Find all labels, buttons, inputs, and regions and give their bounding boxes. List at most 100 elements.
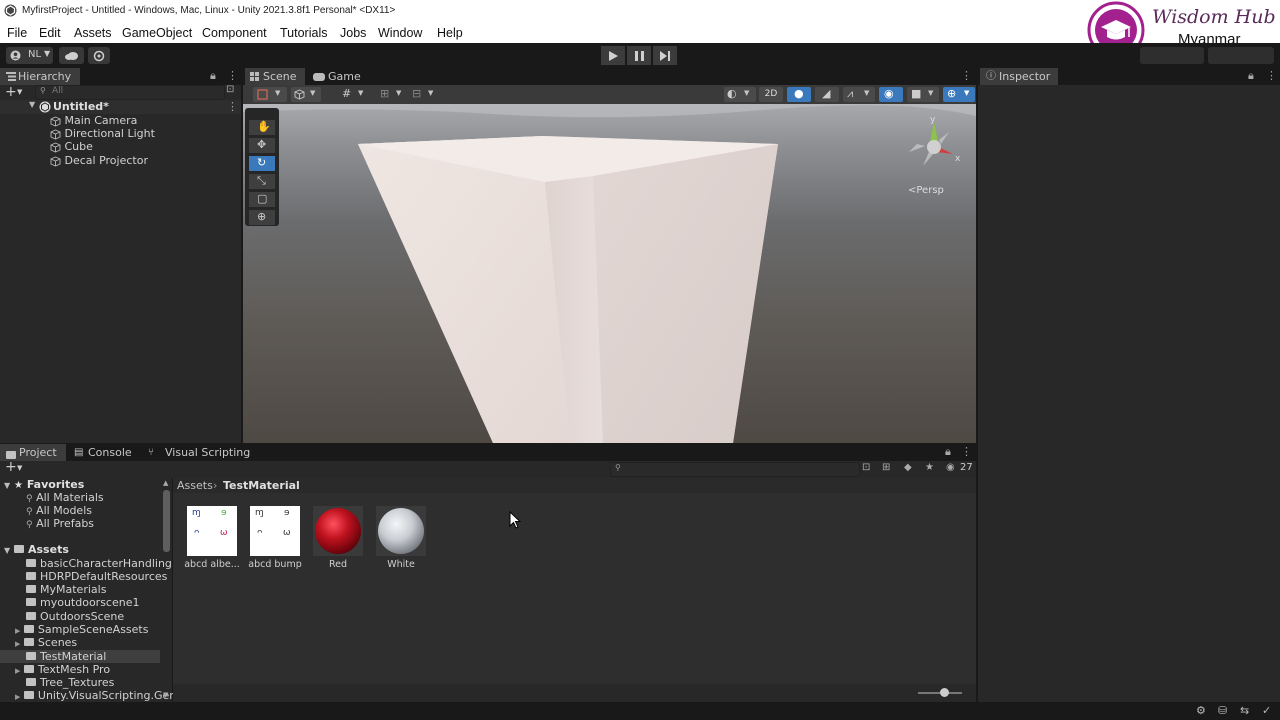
breadcrumb-root[interactable]: Assets xyxy=(177,479,213,492)
snap-increment-dropdown[interactable]: ⊞ ▼ xyxy=(377,87,407,102)
folder-item[interactable]: basicCharacterHandling xyxy=(26,557,172,570)
eye-slash-icon[interactable]: ◉ xyxy=(946,462,955,473)
lock-icon[interactable]: 🔒︎ xyxy=(210,69,216,83)
menu-assets[interactable]: Assets xyxy=(74,26,112,40)
filter-type-icon[interactable]: ⊞ xyxy=(882,462,890,473)
kebab-menu-icon[interactable]: ⋮ xyxy=(227,69,238,82)
gizmos-dropdown[interactable]: ⊕ ▼ xyxy=(943,87,975,102)
project-search-input[interactable]: ⚲ xyxy=(610,462,860,477)
network-icon[interactable]: ⇆ xyxy=(1240,704,1249,717)
favorite-item[interactable]: ⚲ All Materials xyxy=(26,491,104,504)
folder-item[interactable]: ▶ Scenes xyxy=(15,636,77,649)
asset-thumbnail-texture[interactable]: ɱ ɘ ᴖ ω xyxy=(250,506,300,556)
expand-arrow-icon[interactable]: ▼ xyxy=(29,100,35,109)
folder-item[interactable]: OutdoorsScene xyxy=(26,610,124,623)
account-dropdown[interactable]: NL ▼ xyxy=(6,47,53,64)
tab-console[interactable]: ▤ Console xyxy=(68,444,138,461)
folder-item[interactable]: HDRPDefaultResources xyxy=(26,570,167,583)
render-mode-dropdown[interactable]: ▼ xyxy=(291,87,321,102)
folder-item[interactable]: ▶ SampleSceneAssets xyxy=(15,623,148,636)
move-tool-button[interactable]: ✥ xyxy=(249,138,275,153)
asset-thumbnail-material[interactable] xyxy=(376,506,426,556)
draw-mode-dropdown[interactable]: ▼ xyxy=(253,87,287,102)
collab-button[interactable] xyxy=(88,47,110,64)
persp-label[interactable]: <Persp xyxy=(908,185,944,196)
add-icon[interactable]: + xyxy=(5,459,17,475)
grid-snap-dropdown[interactable]: # ▼ xyxy=(339,87,369,102)
check-icon[interactable]: ✓ xyxy=(1262,704,1271,717)
snap-settings-dropdown[interactable]: ⊟ ▼ xyxy=(409,87,439,102)
camera-dropdown[interactable]: ■ ▼ xyxy=(907,87,939,102)
scene-viewport[interactable]: ✋ ✥ ↻ ⤡ ▢ ⊕ y x <Persp xyxy=(243,104,976,443)
hierarchy-item[interactable]: Main Camera xyxy=(50,114,137,127)
add-icon[interactable]: + xyxy=(5,84,17,100)
folder-tree-scrollbar[interactable] xyxy=(163,490,170,552)
folder-item[interactable]: Tree_Textures xyxy=(26,676,114,689)
pause-button[interactable] xyxy=(627,46,651,65)
folder-item[interactable]: ▶ Unity.VisualScripting.Gen xyxy=(15,689,176,702)
cache-icon[interactable]: ⛁ xyxy=(1218,704,1227,717)
tab-scene[interactable]: Scene xyxy=(245,68,305,85)
kebab-menu-icon[interactable]: ⋮ xyxy=(1266,69,1277,82)
toggle-2d-button[interactable]: 2D xyxy=(759,87,783,102)
kebab-menu-icon[interactable]: ⋮ xyxy=(227,100,238,113)
hierarchy-search-input[interactable]: ⚲ All xyxy=(35,85,225,100)
kebab-menu-icon[interactable]: ⋮ xyxy=(961,445,972,458)
tab-game[interactable]: Game xyxy=(307,68,367,85)
folder-item[interactable]: myoutdoorscene1 xyxy=(26,596,140,609)
tab-hierarchy[interactable]: Hierarchy xyxy=(0,68,80,85)
menu-component[interactable]: Component xyxy=(202,26,267,40)
scale-tool-button[interactable]: ⤡ xyxy=(249,174,275,189)
menu-jobs[interactable]: Jobs xyxy=(340,26,366,40)
assets-header[interactable]: ▼ Assets xyxy=(4,543,69,556)
layers-dropdown[interactable] xyxy=(1140,47,1204,64)
kebab-menu-icon[interactable]: ⋮ xyxy=(961,69,972,82)
rotate-tool-button[interactable]: ↻ xyxy=(249,156,275,171)
orientation-gizmo[interactable]: y x xyxy=(903,116,965,176)
performance-icon[interactable]: ⚙ xyxy=(1196,704,1206,717)
menu-edit[interactable]: Edit xyxy=(39,26,61,40)
tab-visual-scripting[interactable]: ⑂ Visual Scripting Graph xyxy=(142,444,282,476)
effects-dropdown[interactable]: ⩘ ▼ xyxy=(843,87,875,102)
rect-tool-button[interactable]: ▢ xyxy=(249,192,275,207)
asset-thumbnail-texture[interactable]: ɱ ɘ ᴖ ω xyxy=(187,506,237,556)
menu-tutorials[interactable]: Tutorials xyxy=(280,26,327,40)
zoom-slider-handle[interactable] xyxy=(940,688,949,697)
tag-icon[interactable]: ◆ xyxy=(904,462,912,473)
hierarchy-item[interactable]: Decal Projector xyxy=(50,154,148,167)
cloud-button[interactable] xyxy=(59,47,84,64)
search-by-type-icon[interactable]: ⊡ xyxy=(862,462,870,473)
scene-row[interactable]: ▼ Untitled* ⋮ xyxy=(0,100,241,114)
chevron-down-icon[interactable]: ▼ xyxy=(17,464,22,472)
hierarchy-item[interactable]: Directional Light xyxy=(50,127,155,140)
menu-gameobject[interactable]: GameObject xyxy=(122,26,192,40)
favorite-item[interactable]: ⚲ All Models xyxy=(26,504,92,517)
favorite-item[interactable]: ⚲ All Prefabs xyxy=(26,517,94,530)
transform-tool-button[interactable]: ⊕ xyxy=(249,210,275,225)
scroll-up-icon[interactable]: ▲ xyxy=(163,479,168,487)
asset-thumbnail-material[interactable] xyxy=(313,506,363,556)
breadcrumb-current[interactable]: TestMaterial xyxy=(223,479,300,492)
lock-icon[interactable]: 🔒︎ xyxy=(1248,69,1254,83)
play-button[interactable] xyxy=(601,46,625,65)
hierarchy-item[interactable]: Cube xyxy=(50,140,93,153)
step-button[interactable] xyxy=(653,46,677,65)
scroll-down-icon[interactable]: ▼ xyxy=(163,691,168,699)
menu-window[interactable]: Window xyxy=(378,26,422,40)
camera-orbit-dropdown[interactable]: ◐ ▼ xyxy=(724,87,756,102)
search-options-icon[interactable]: ⊡ xyxy=(226,84,234,95)
chevron-down-icon[interactable]: ▼ xyxy=(17,88,22,96)
lock-icon[interactable]: 🔒︎ xyxy=(945,445,951,459)
folder-item[interactable]: ▶ TextMesh Pro xyxy=(15,663,110,676)
audio-toggle[interactable]: ◢ xyxy=(815,87,839,102)
tab-inspector[interactable]: ⓘ Inspector xyxy=(980,68,1058,85)
folder-item-selected[interactable]: TestMaterial xyxy=(26,650,106,663)
favorites-header[interactable]: ▼ ★ Favorites xyxy=(4,478,84,491)
menu-help[interactable]: Help xyxy=(437,26,463,40)
layout-dropdown[interactable] xyxy=(1208,47,1274,64)
hidden-objects-toggle[interactable]: ◉ xyxy=(879,87,903,102)
menu-file[interactable]: File xyxy=(7,26,27,40)
lighting-toggle[interactable]: ● xyxy=(787,87,811,102)
folder-item[interactable]: MyMaterials xyxy=(26,583,106,596)
star-icon[interactable]: ★ xyxy=(925,462,934,473)
